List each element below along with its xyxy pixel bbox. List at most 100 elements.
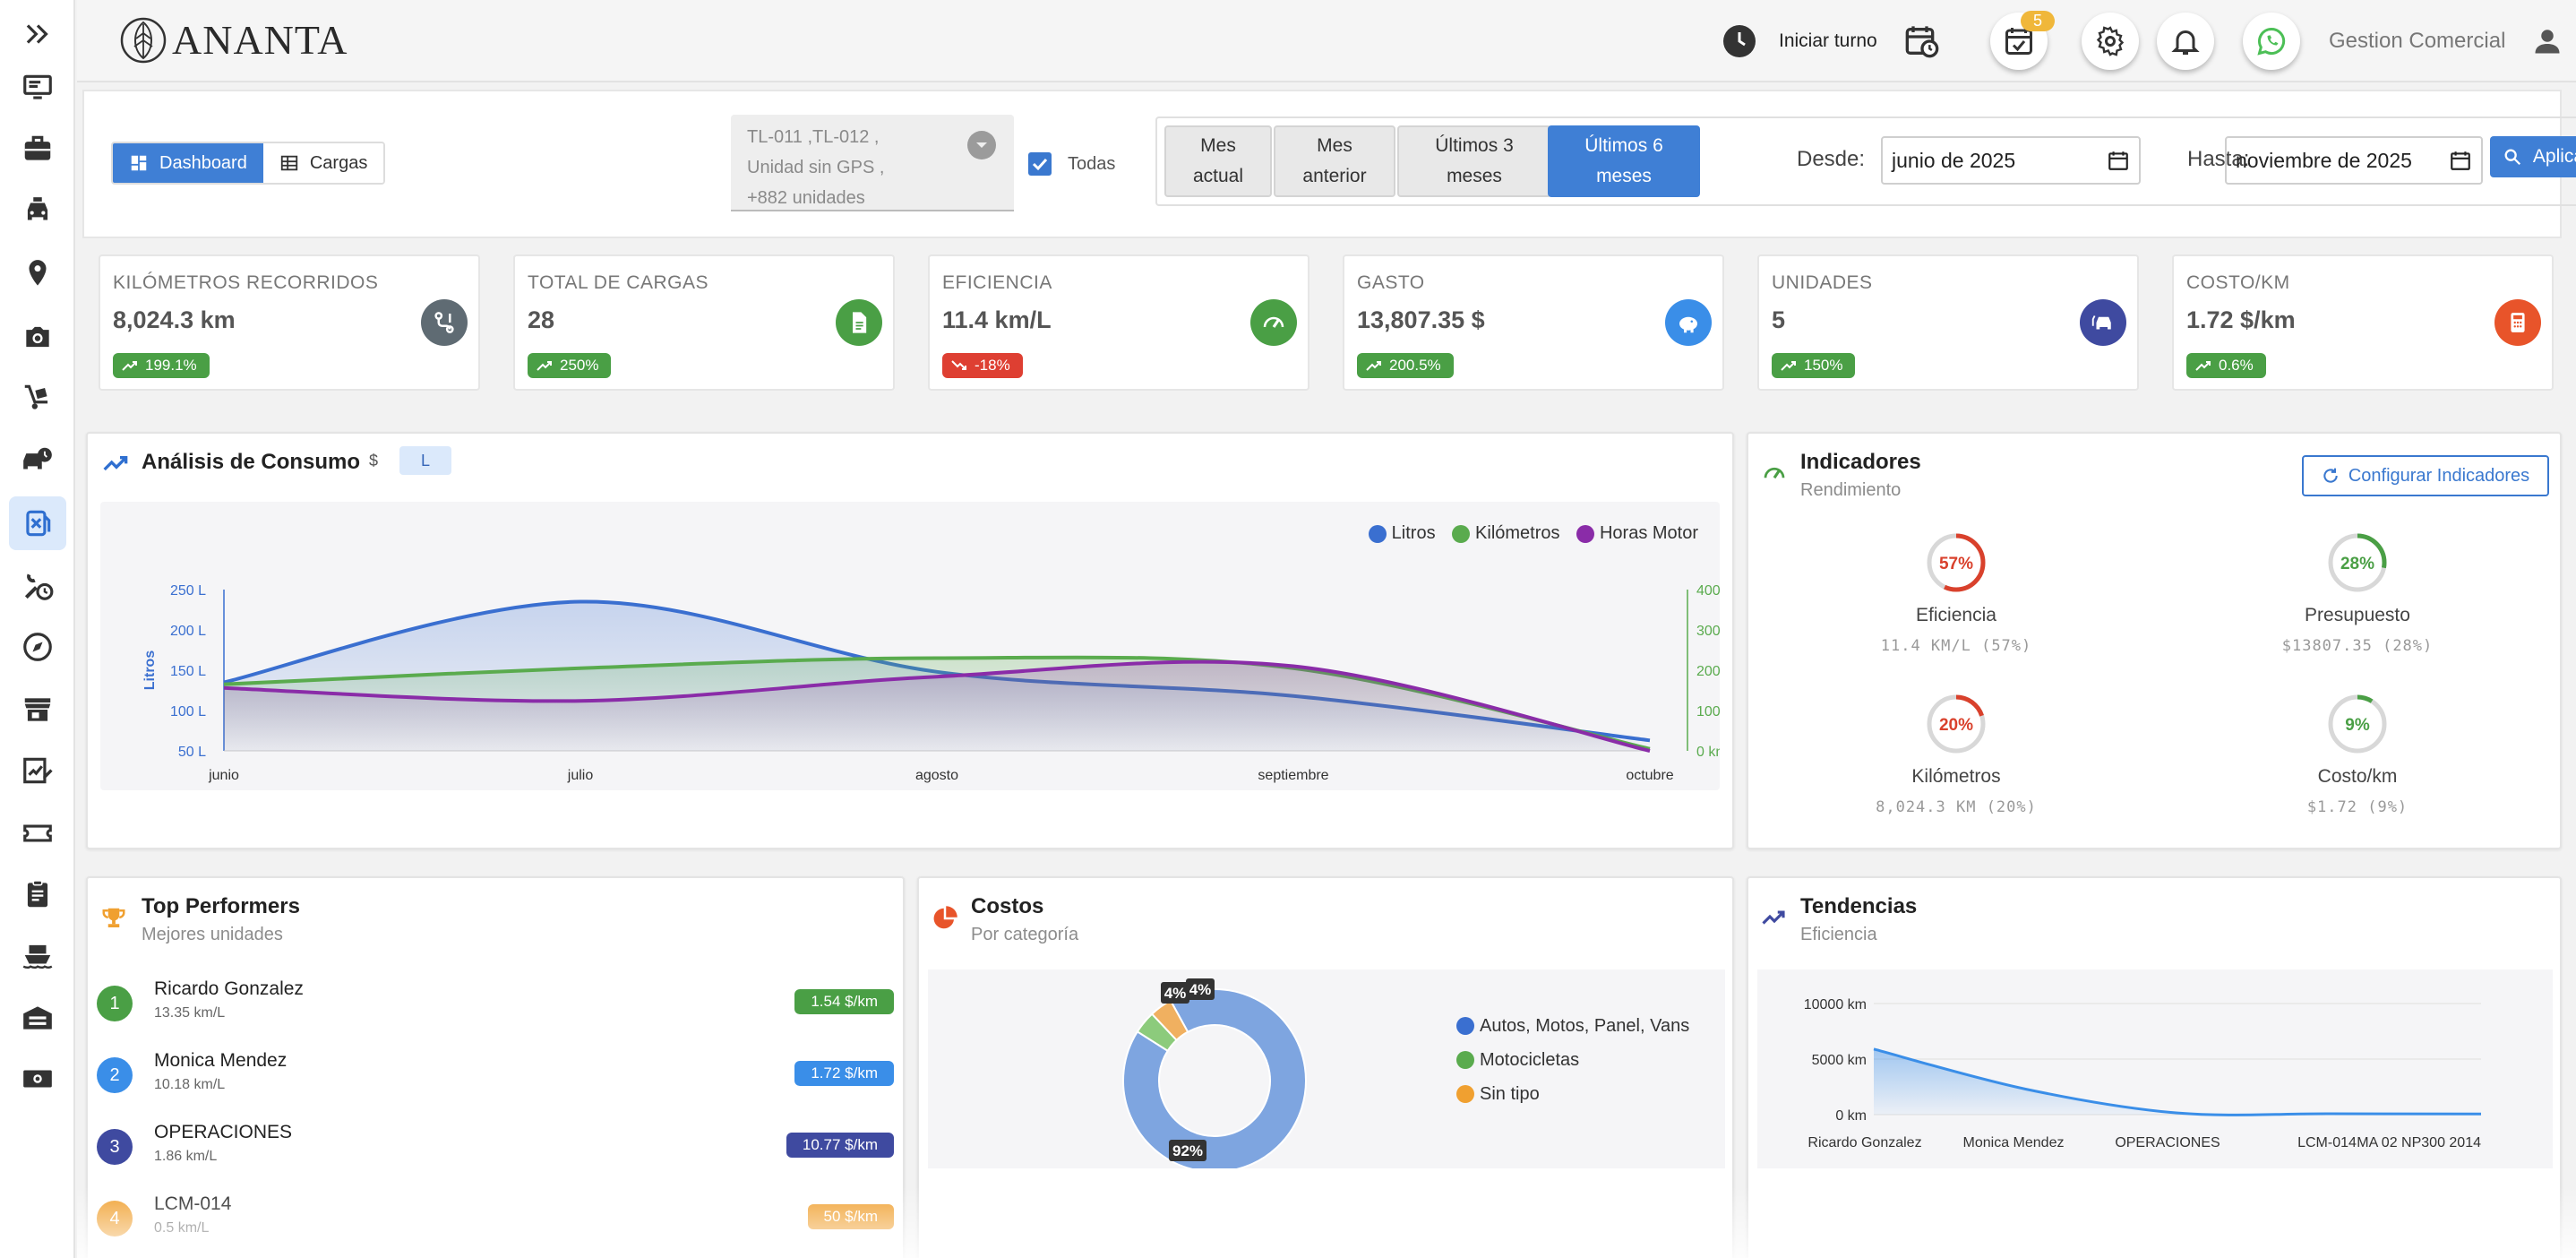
view-dashboard-button[interactable]: Dashboard xyxy=(113,143,263,183)
sidebar-ship-icon[interactable] xyxy=(9,928,66,982)
indicator-name: Kilómetros xyxy=(1911,766,2001,787)
topbar: ANANTA Iniciar turno 5 Gestion Comercial xyxy=(77,0,2576,82)
performer-cost: 1.72 $/km xyxy=(794,1061,894,1086)
list-item[interactable]: 4 LCM-014 0.5 km/L 50 $/km xyxy=(97,1192,894,1258)
filter-bar: Dashboard Cargas TL-011 ,TL-012 , Unidad… xyxy=(82,90,2576,238)
indicator-name: Costo/km xyxy=(2317,766,2398,787)
calculator-icon xyxy=(2494,299,2541,346)
axis-title-left: Litros xyxy=(142,651,158,691)
units-line-3: +882 unidades xyxy=(747,188,865,208)
indicator-detail: 11.4 KM/L (57%) xyxy=(1880,637,2032,655)
period-last-3-months[interactable]: Últimos 3 meses xyxy=(1397,125,1551,197)
tick-label-x: octubre xyxy=(1626,768,1673,783)
tick-label-left: 150 L xyxy=(170,664,206,679)
period-previous-month[interactable]: Mes anterior xyxy=(1274,125,1395,197)
calendar-clock-icon[interactable] xyxy=(1904,23,1940,64)
notifications-button[interactable] xyxy=(2157,13,2214,70)
trends-panel: Tendencias Eficiencia 10000 km 5000 km 0 k… xyxy=(1747,876,2562,1258)
kpi-change-badge: 250% xyxy=(528,353,612,378)
sidebar-compass-icon[interactable] xyxy=(9,620,66,674)
route-icon xyxy=(421,299,468,346)
sidebar-warehouse-icon[interactable] xyxy=(9,991,66,1045)
indicator-name: Presupuesto xyxy=(2305,605,2410,625)
sidebar-monitor-icon[interactable] xyxy=(9,61,66,115)
sidebar-expand-icon[interactable] xyxy=(9,7,66,61)
sidebar-car-clock-icon[interactable] xyxy=(9,434,66,487)
list-item[interactable]: 1 Ricardo Gonzalez 13.35 km/L 1.54 $/km xyxy=(97,977,894,1048)
tick-label-km: 4000 km xyxy=(1696,583,1720,599)
clock-icon[interactable] xyxy=(1723,25,1756,57)
donut-data-label: 92% xyxy=(1172,1142,1203,1159)
legend-autos[interactable]: Autos, Motos, Panel, Vans xyxy=(1456,1009,1689,1043)
list-item[interactable]: 2 Monica Mendez 10.18 km/L 1.72 $/km xyxy=(97,1048,894,1120)
costs-donut-chart: 92% 4% 4% xyxy=(1122,978,1307,1168)
all-units-checkbox[interactable] xyxy=(1028,152,1052,176)
period-current-month[interactable]: Mes actual xyxy=(1164,125,1272,197)
sidebar-ticket-icon[interactable] xyxy=(9,806,66,860)
whatsapp-button[interactable] xyxy=(2243,13,2300,70)
sidebar-clipboard-icon[interactable] xyxy=(9,867,66,921)
user-name[interactable]: Gestion Comercial xyxy=(2329,29,2505,54)
checkmark-icon xyxy=(1032,158,1048,171)
tick-label-km: 0 km xyxy=(1696,745,1720,760)
period-last-6-months[interactable]: Últimos 6 meses xyxy=(1548,125,1700,197)
calendar-icon[interactable] xyxy=(2107,149,2130,172)
user-icon[interactable] xyxy=(2531,25,2563,62)
brand-logo[interactable]: ANANTA xyxy=(120,16,348,64)
top-performers-subtitle: Mejores unidades xyxy=(142,925,283,944)
refresh-icon xyxy=(2323,468,2338,483)
legend-motocicletas[interactable]: Motocicletas xyxy=(1456,1043,1689,1077)
tick-label-x: agosto xyxy=(915,768,958,783)
from-date-input[interactable]: junio de 2025 xyxy=(1881,136,2141,185)
legend-sin-tipo[interactable]: Sin tipo xyxy=(1456,1077,1689,1111)
sidebar xyxy=(0,0,75,1258)
document-icon xyxy=(836,299,882,346)
apply-button[interactable]: Aplicar xyxy=(2490,136,2576,177)
performer-cost: 10.77 $/km xyxy=(786,1133,894,1158)
indicator-ring: 57% xyxy=(1927,533,1986,592)
tick-label-left: 100 L xyxy=(170,704,206,719)
sidebar-store-icon[interactable] xyxy=(9,683,66,737)
view-toggle: Dashboard Cargas xyxy=(111,142,386,185)
calendar-badge: 5 xyxy=(2021,11,2056,31)
sidebar-cash-icon[interactable] xyxy=(9,1052,66,1106)
start-shift-button[interactable]: Iniciar turno xyxy=(1779,30,1877,52)
sidebar-car-icon[interactable] xyxy=(9,185,66,238)
view-cargas-button[interactable]: Cargas xyxy=(262,143,384,183)
sidebar-tools-clock-icon[interactable] xyxy=(9,559,66,613)
chevron-down-icon[interactable] xyxy=(967,131,996,159)
indicator-ring: 28% xyxy=(2328,533,2387,592)
tick-label-x: junio xyxy=(208,768,239,783)
kpi-title: KILÓMETROS RECORRIDOS xyxy=(113,272,379,293)
sidebar-briefcase-icon[interactable] xyxy=(9,122,66,176)
costs-title: Costos xyxy=(971,894,1044,918)
list-item[interactable]: 3 OPERACIONES 1.86 km/L 10.77 $/km xyxy=(97,1120,894,1192)
units-multiselect[interactable]: TL-011 ,TL-012 , Unidad sin GPS , +882 u… xyxy=(731,115,1014,211)
to-date-input[interactable]: noviembre de 2025 xyxy=(2225,136,2483,185)
view-dashboard-label: Dashboard xyxy=(159,152,247,173)
toggle-money[interactable]: $ xyxy=(369,452,378,470)
settings-button[interactable] xyxy=(2082,13,2139,70)
rank-badge: 3 xyxy=(97,1129,133,1165)
toggle-liters[interactable]: L xyxy=(399,446,451,475)
tick-label-km: 3000 km xyxy=(1696,624,1720,639)
tick-label-x: Monica Mendez xyxy=(1963,1135,2065,1150)
configure-indicators-button[interactable]: Configurar Indicadores xyxy=(2302,455,2549,496)
performer-name: OPERACIONES xyxy=(154,1122,293,1142)
bell-icon xyxy=(2171,30,2200,55)
sidebar-fuel-icon[interactable] xyxy=(9,496,66,550)
brand-name: ANANTA xyxy=(172,17,348,63)
indicator-budget: 28% Presupuesto $13807.35 (28%) xyxy=(2223,530,2492,655)
sidebar-camera-icon[interactable] xyxy=(9,310,66,364)
trends-chart: 10000 km 5000 km 0 km Ricardo Gonzalez Monic… xyxy=(1804,997,2481,1150)
sidebar-report-edit-icon[interactable] xyxy=(9,744,66,797)
table-icon xyxy=(280,155,298,171)
indicator-name: Eficiencia xyxy=(1916,605,1996,625)
tick-label-km: 2000 km xyxy=(1696,664,1720,679)
sidebar-hand-truck-icon[interactable] xyxy=(9,371,66,425)
period-selector: Mes actual Mes anterior Últimos 3 meses Últ… xyxy=(1155,116,2576,206)
tick-label-left: 200 L xyxy=(170,624,206,639)
sidebar-location-pin-icon[interactable] xyxy=(9,247,66,301)
calendar-icon[interactable] xyxy=(2449,149,2472,172)
tick-label-left: 50 L xyxy=(178,745,206,760)
